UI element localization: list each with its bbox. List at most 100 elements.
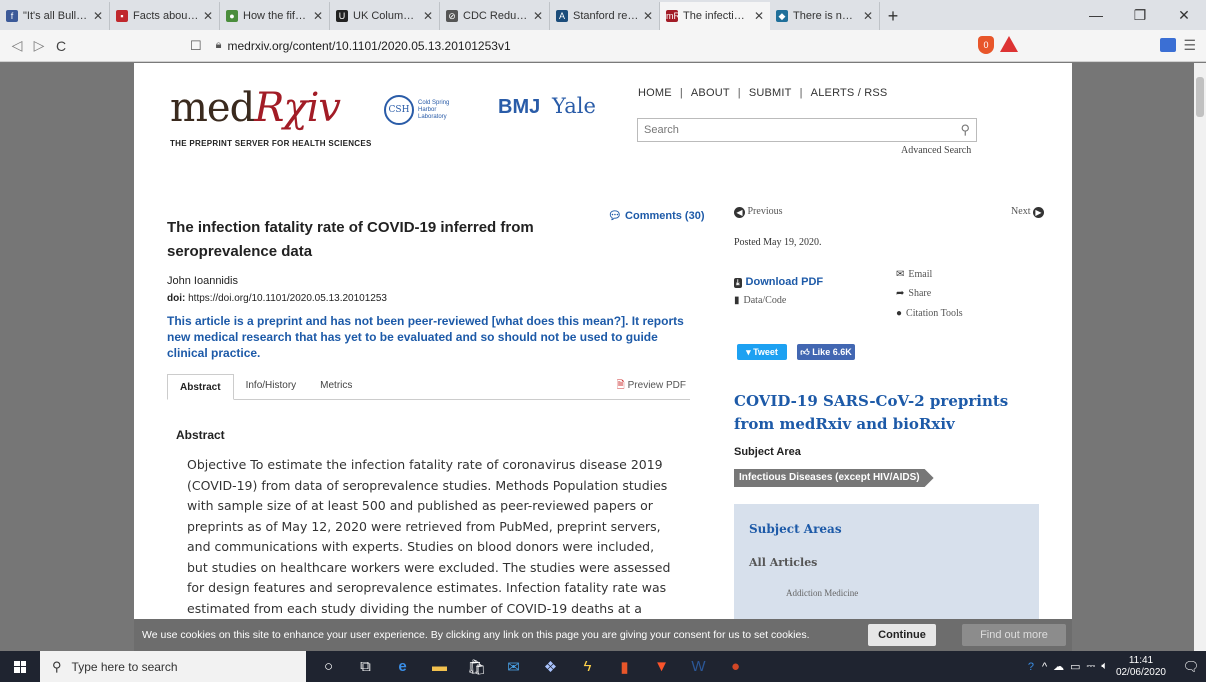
data-code-label: Data/Code xyxy=(743,295,787,306)
search-input[interactable]: Search ⚲ xyxy=(637,118,977,142)
comments-link[interactable]: 💬︎ Comments (30) xyxy=(608,209,705,222)
task-view-icon[interactable]: ⧉ xyxy=(347,658,384,675)
close-tab-icon[interactable]: ✕ xyxy=(863,9,873,23)
email-link[interactable]: ✉ Email xyxy=(896,269,932,280)
share-link[interactable]: ➦ Share xyxy=(896,288,931,299)
taskbar-search-placeholder: Type here to search xyxy=(71,659,178,674)
winamp-icon[interactable]: ϟ xyxy=(569,658,606,675)
battery-icon[interactable]: ▭ xyxy=(1070,660,1080,673)
browser-tab[interactable]: mRThe infection fatality ✕ xyxy=(660,2,770,30)
tab-abstract[interactable]: Abstract xyxy=(167,374,234,400)
pdf-icon: ⤓ xyxy=(734,278,742,288)
preview-pdf-link[interactable]: Preview PDF xyxy=(605,373,690,399)
maximize-icon[interactable]: ❐ xyxy=(1118,0,1162,30)
store-icon[interactable]: 🛍︎ xyxy=(458,658,495,676)
help-icon[interactable]: ? xyxy=(1028,661,1034,673)
nav-separator: | xyxy=(679,87,683,99)
nav-separator: | xyxy=(799,87,803,99)
cookie-find-out-more-button[interactable]: Find out more xyxy=(962,624,1066,646)
arrow-right-icon: ▶ xyxy=(1033,207,1044,218)
subject-badge[interactable]: Infectious Diseases (except HIV/AIDS) xyxy=(734,469,934,487)
next-label: Next xyxy=(1011,206,1031,217)
browser-tab[interactable]: U UK Column News - ✕ xyxy=(330,2,440,30)
advanced-search-link[interactable]: Advanced Search xyxy=(901,145,971,156)
clock[interactable]: 11:41 02/06/2020 xyxy=(1116,655,1166,679)
cookie-continue-button[interactable]: Continue xyxy=(868,624,936,646)
menu-icon[interactable]: ☰ xyxy=(1183,37,1196,54)
reload-icon[interactable]: C xyxy=(50,38,72,54)
minimize-icon[interactable]: — xyxy=(1074,0,1118,30)
site-tagline: THE PREPRINT SERVER FOR HEALTH SCIENCES xyxy=(170,139,372,148)
close-tab-icon[interactable]: ✕ xyxy=(93,9,103,23)
close-tab-icon[interactable]: ✕ xyxy=(643,9,653,23)
yale-logo[interactable]: Yale xyxy=(552,94,596,118)
notifications-icon[interactable]: 🗨︎ xyxy=(1176,659,1206,675)
edge-icon[interactable]: e xyxy=(384,658,421,675)
scrollbar-thumb[interactable] xyxy=(1196,77,1204,117)
data-code-link[interactable]: ▮ Data/Code xyxy=(734,295,786,306)
next-link[interactable]: Next ▶ xyxy=(1011,206,1044,218)
mail-icon[interactable]: ✉ xyxy=(495,658,532,676)
start-button[interactable] xyxy=(0,651,40,682)
abstract-text: Objective To estimate the infection fata… xyxy=(187,457,671,636)
cloud-icon[interactable]: ☁ xyxy=(1053,660,1064,673)
dropbox-icon[interactable]: ❖ xyxy=(532,658,569,676)
facebook-like-button[interactable]: 👍︎ Like 6.6K xyxy=(797,344,855,360)
window-controls: — ❐ ✕ xyxy=(1074,0,1206,30)
article-author[interactable]: John Ioannidis xyxy=(167,275,238,287)
tab-metrics[interactable]: Metrics xyxy=(308,373,364,399)
search-icon[interactable]: ⚲ xyxy=(960,122,970,138)
brave-shield-icon[interactable]: 0 xyxy=(978,36,994,54)
browser-tab[interactable]: f "It's all Bullsh*t" – 3 ✕ xyxy=(0,2,110,30)
close-tab-icon[interactable]: ✕ xyxy=(203,9,213,23)
nav-about[interactable]: ABOUT xyxy=(691,87,730,99)
nav-submit[interactable]: SUBMIT xyxy=(749,87,792,99)
page-scrollbar[interactable] xyxy=(1194,63,1206,651)
previous-link[interactable]: ◀ Previous xyxy=(734,206,783,218)
network-icon[interactable]: ⎓ xyxy=(1087,660,1096,673)
brave-shields[interactable]: 0 xyxy=(978,36,1018,54)
office-icon[interactable]: ▮ xyxy=(606,658,643,676)
close-tab-icon[interactable]: ✕ xyxy=(533,9,543,23)
tab-favicon-icon: ▪ xyxy=(116,10,128,22)
file-explorer-icon[interactable]: ▬ xyxy=(421,658,458,675)
browser-tab[interactable]: ● How the fifth genera ✕ xyxy=(220,2,330,30)
browser-tab[interactable]: ⊘ CDC Reduces COVI ✕ xyxy=(440,2,550,30)
cortana-icon[interactable]: ○ xyxy=(310,658,347,675)
brave-browser-icon[interactable]: ▼ xyxy=(643,658,680,675)
bookmark-icon[interactable]: ☐ xyxy=(190,38,202,54)
bmj-logo[interactable]: BMJ xyxy=(498,96,540,119)
close-tab-icon[interactable]: ✕ xyxy=(754,9,764,23)
taskbar-search[interactable]: ⚲ Type here to search xyxy=(40,651,306,682)
tab-info-history[interactable]: Info/History xyxy=(234,373,309,399)
nav-home[interactable]: HOME xyxy=(638,87,672,99)
new-tab-button[interactable]: + xyxy=(880,2,906,30)
doi-link[interactable]: https://doi.org/10.1101/2020.05.13.20101… xyxy=(188,293,387,304)
covid-preprints-link[interactable]: COVID-19 SARS-CoV-2 preprints from medRx… xyxy=(734,390,1034,436)
medrxiv-logo[interactable]: medRχiv xyxy=(170,85,341,131)
browser-tab[interactable]: A Stanford researcher ✕ xyxy=(550,2,660,30)
browser-tab[interactable]: ▪ Facts about Covid-1 ✕ xyxy=(110,2,220,30)
nav-alerts[interactable]: ALERTS / RSS xyxy=(811,87,888,99)
extension-icon[interactable] xyxy=(1160,38,1176,52)
back-icon[interactable]: ◁ xyxy=(6,37,28,54)
tweet-button[interactable]: ▾ Tweet xyxy=(737,344,787,360)
forward-icon[interactable]: ▷ xyxy=(28,37,50,54)
browser-tab[interactable]: ◆ There is no evidenc ✕ xyxy=(770,2,880,30)
volume-icon[interactable]: 🔈︎ xyxy=(1101,660,1108,673)
close-tab-icon[interactable]: ✕ xyxy=(423,9,433,23)
close-tab-icon[interactable]: ✕ xyxy=(313,9,323,23)
close-window-icon[interactable]: ✕ xyxy=(1162,0,1206,30)
citation-tools-link[interactable]: ● Citation Tools xyxy=(896,308,963,319)
all-articles-link[interactable]: All Articles xyxy=(749,556,817,569)
powerpoint-icon[interactable]: ● xyxy=(717,658,754,675)
url-field[interactable]: medrxiv.org/content/10.1101/2020.05.13.2… xyxy=(228,39,511,53)
tray-chevron-icon[interactable]: ^ xyxy=(1042,661,1047,673)
word-icon[interactable]: W xyxy=(680,658,717,675)
previous-label: Previous xyxy=(747,206,783,217)
csh-logo[interactable]: CSH Cold Spring Harbor Laboratory xyxy=(384,95,458,125)
brave-rewards-icon[interactable] xyxy=(1000,36,1018,52)
top-nav: HOME | ABOUT | SUBMIT | ALERTS / RSS xyxy=(638,87,887,99)
download-pdf-link[interactable]: ⤓ Download PDF xyxy=(734,276,823,288)
subject-item-addiction-medicine[interactable]: Addiction Medicine xyxy=(786,588,858,598)
